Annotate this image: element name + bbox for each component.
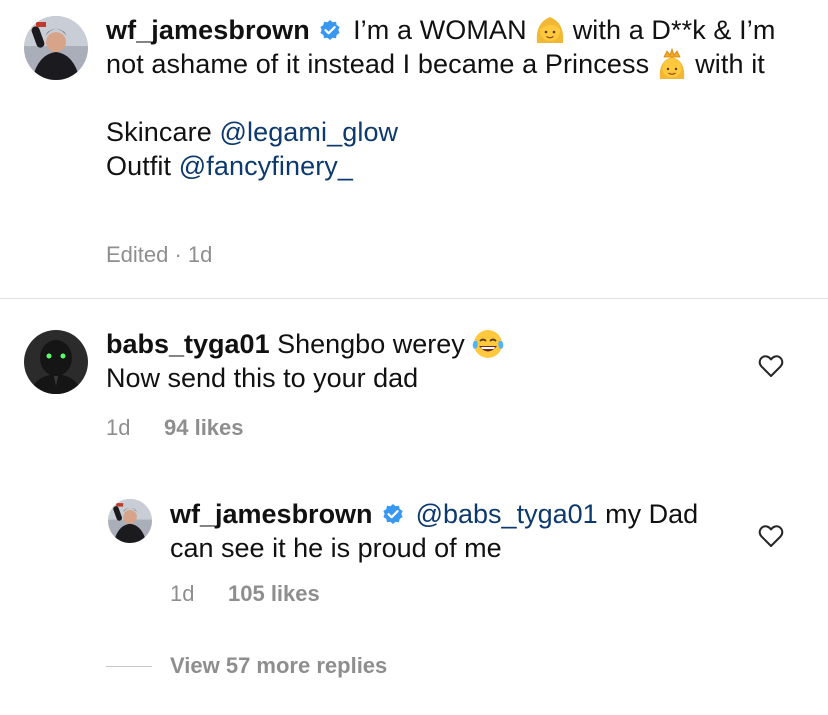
caption-text-part1: I’m a WOMAN bbox=[353, 15, 527, 45]
caption-text-part3: with it bbox=[695, 49, 765, 79]
reply-mention-link[interactable]: @babs_tyga01 bbox=[416, 499, 598, 529]
comment-text: babs_tyga01 Shengbo werey Now send this … bbox=[106, 327, 726, 395]
princess-emoji-icon bbox=[655, 47, 689, 81]
comment-like-heart-icon[interactable] bbox=[758, 354, 784, 378]
caption-edited-timestamp: Edited · 1d bbox=[106, 242, 213, 267]
verified-badge-icon bbox=[382, 499, 404, 524]
reply-username[interactable]: wf_jamesbrown bbox=[170, 499, 373, 529]
caption-username[interactable]: wf_jamesbrown bbox=[106, 15, 310, 45]
reply-text: wf_jamesbrown @babs_tyga01 my Dad can se… bbox=[170, 497, 730, 565]
view-replies-line bbox=[106, 666, 152, 667]
skincare-mention-link[interactable]: @legami_glow bbox=[219, 117, 398, 147]
reply-time: 1d bbox=[170, 581, 195, 606]
reply-likes-count[interactable]: 105 likes bbox=[228, 581, 320, 607]
comment-text-part1: Shengbo werey bbox=[277, 329, 465, 359]
reply-avatar[interactable] bbox=[108, 499, 152, 543]
caption-text: wf_jamesbrown I’m a WOMAN with a D**k & … bbox=[106, 13, 796, 183]
view-more-replies-link[interactable]: View 57 more replies bbox=[170, 653, 387, 679]
skincare-label: Skincare bbox=[106, 117, 212, 147]
comment-time: 1d bbox=[106, 415, 131, 440]
comment-username[interactable]: babs_tyga01 bbox=[106, 329, 270, 359]
reply-like-heart-icon[interactable] bbox=[758, 524, 784, 548]
verified-badge-icon bbox=[319, 15, 341, 40]
outfit-label: Outfit bbox=[106, 151, 172, 181]
caption-divider bbox=[0, 298, 828, 299]
tears-of-joy-emoji-icon bbox=[471, 327, 505, 361]
caption-avatar[interactable] bbox=[24, 16, 88, 80]
woman-emoji-icon bbox=[533, 13, 567, 47]
comment-text-part2: Now send this to your dad bbox=[106, 363, 419, 393]
comment-avatar[interactable] bbox=[24, 330, 88, 394]
outfit-mention-link[interactable]: @fancyfinery_ bbox=[179, 151, 353, 181]
comment-likes-count[interactable]: 94 likes bbox=[164, 415, 244, 441]
